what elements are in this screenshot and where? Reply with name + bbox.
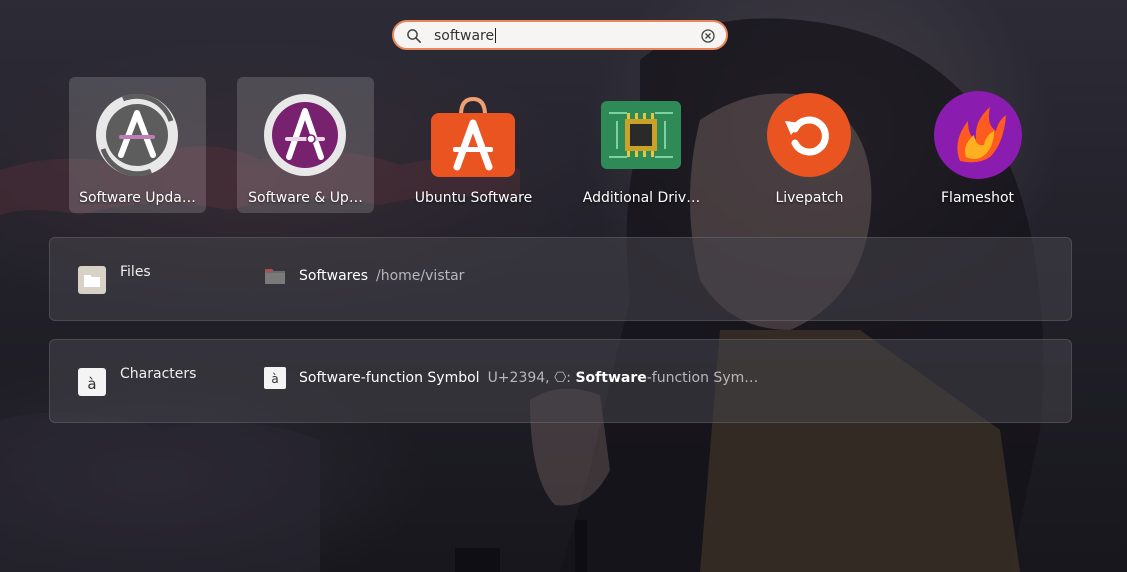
app-flameshot[interactable]: Flameshot bbox=[909, 77, 1046, 213]
ubuntu-software-icon bbox=[431, 96, 515, 177]
characters-app-icon[interactable]: à bbox=[78, 368, 106, 396]
result-path: /home/vistar bbox=[376, 268, 465, 284]
app-label: Software Upda… bbox=[79, 190, 196, 206]
search-input[interactable]: software bbox=[434, 28, 497, 44]
search-icon bbox=[407, 29, 421, 43]
app-additional-drivers[interactable]: Additional Driv… bbox=[573, 77, 710, 213]
software-updater-icon bbox=[96, 93, 178, 177]
svg-text:à: à bbox=[271, 372, 278, 386]
files-result-item[interactable]: Softwares /home/vistar bbox=[264, 264, 464, 288]
result-title: Software-function Symbol bbox=[299, 370, 480, 386]
app-software-updater[interactable]: Software Upda… bbox=[69, 77, 206, 213]
files-app-icon[interactable] bbox=[78, 266, 106, 294]
result-description: U+2394, ⎔: Software-function Sym… bbox=[487, 370, 759, 386]
app-label: Additional Driv… bbox=[582, 190, 701, 206]
character-glyph-icon: à bbox=[264, 367, 286, 389]
app-software-properties[interactable]: Software & Up… bbox=[237, 77, 374, 213]
folder-icon bbox=[265, 269, 285, 284]
svg-text:à: à bbox=[87, 375, 96, 393]
search-box[interactable]: software bbox=[392, 20, 728, 50]
characters-provider-label: Characters bbox=[120, 366, 197, 382]
app-label: Livepatch bbox=[775, 190, 844, 206]
result-title: Softwares bbox=[299, 268, 369, 284]
clear-search-icon[interactable] bbox=[700, 28, 716, 44]
characters-results-panel: à Characters à Software-function Symbol … bbox=[49, 339, 1072, 423]
app-label: Software & Up… bbox=[248, 190, 363, 206]
app-label: Ubuntu Software bbox=[414, 190, 533, 206]
software-properties-icon bbox=[264, 94, 346, 176]
app-label: Flameshot bbox=[941, 190, 1014, 206]
files-provider-label: Files bbox=[120, 264, 151, 280]
characters-result-item[interactable]: à Software-function Symbol U+2394, ⎔: So… bbox=[264, 366, 758, 390]
app-livepatch[interactable]: Livepatch bbox=[741, 77, 878, 213]
additional-drivers-icon bbox=[601, 101, 681, 169]
files-results-panel: Files Softwares /home/vistar bbox=[49, 237, 1072, 321]
app-ubuntu-software[interactable]: Ubuntu Software bbox=[405, 77, 542, 213]
livepatch-icon bbox=[767, 93, 851, 177]
flameshot-icon bbox=[934, 91, 1022, 179]
